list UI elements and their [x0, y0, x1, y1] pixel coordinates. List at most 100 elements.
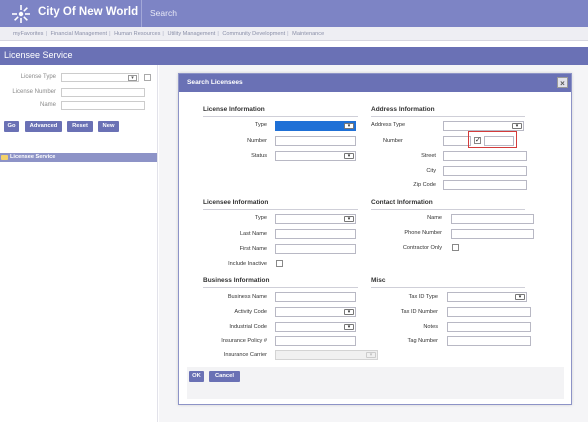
tag-number-label: Tag Number — [407, 338, 438, 344]
first-name-input[interactable] — [275, 244, 356, 254]
license-number-input[interactable] — [275, 136, 356, 146]
license-number-input[interactable] — [61, 88, 145, 97]
tax-id-type-select[interactable]: ▾ — [447, 292, 527, 302]
industrial-code-select[interactable]: ▾ — [275, 322, 356, 332]
notes-input[interactable] — [447, 322, 531, 332]
license-number-label: Number — [247, 138, 267, 144]
contact-name-label: Name — [427, 215, 442, 221]
address-type-select[interactable]: ▾ — [443, 121, 524, 131]
include-inactive-checkbox[interactable] — [276, 260, 283, 267]
nav-item-human-resources[interactable]: Human Resources — [114, 31, 160, 37]
address-number-input[interactable] — [443, 136, 471, 146]
name-input[interactable] — [61, 101, 145, 110]
phone-number-label: Phone Number — [404, 230, 442, 236]
ok-button[interactable]: OK — [189, 371, 204, 382]
go-button[interactable]: Go — [4, 121, 19, 132]
business-name-input[interactable] — [275, 292, 356, 302]
insurance-carrier-label: Insurance Carrier — [223, 352, 267, 358]
name-row: Name — [0, 101, 158, 111]
street-label: Street — [421, 153, 436, 159]
notes-label: Notes — [423, 324, 438, 330]
section-divider — [203, 116, 358, 117]
nav-item-community[interactable]: Community Development — [222, 31, 285, 37]
chevron-down-icon: ▾ — [344, 216, 354, 222]
business-name-label: Business Name — [227, 294, 267, 300]
chevron-down-icon: ▾ — [344, 153, 354, 159]
folder-icon — [1, 155, 8, 160]
license-type-select[interactable]: ▾ — [61, 73, 139, 82]
address-info-heading: Address Information — [371, 106, 435, 113]
tree-item-licensee-service[interactable]: Licensee Service — [0, 153, 157, 162]
highlight-box — [468, 131, 517, 148]
chevron-down-icon: ▾ — [515, 294, 525, 300]
chevron-down-icon: ▾ — [512, 123, 522, 129]
license-type-row: License Type ▾ — [0, 73, 158, 83]
license-type-checkbox[interactable] — [144, 74, 151, 81]
dialog-footer — [187, 367, 564, 399]
new-button[interactable]: New — [98, 121, 119, 132]
reset-button[interactable]: Reset — [67, 121, 93, 132]
licensee-info-heading: Licensee Information — [203, 199, 269, 206]
activity-code-label: Activity Code — [234, 309, 267, 315]
license-status-select[interactable]: ▾ — [275, 151, 356, 161]
zip-code-label: Zip Code — [413, 182, 436, 188]
section-divider — [371, 287, 525, 288]
name-label: Name — [39, 102, 56, 108]
address-type-label: Address Type — [371, 122, 406, 128]
tag-number-input[interactable] — [447, 336, 531, 346]
last-name-input[interactable] — [275, 229, 356, 239]
tax-id-number-label: Tax ID Number — [400, 309, 438, 315]
section-divider — [203, 209, 358, 210]
licensee-type-select[interactable]: ▾ — [275, 214, 356, 224]
first-name-label: First Name — [239, 246, 267, 252]
tax-id-type-label: Tax ID Type — [408, 294, 438, 300]
contact-name-input[interactable] — [451, 214, 534, 224]
address-number-label: Number — [383, 138, 403, 144]
city-label: City — [426, 168, 436, 174]
include-inactive-label: Include Inactive — [228, 261, 267, 267]
nav-item-financial[interactable]: Financial Management — [50, 31, 107, 37]
city-logo-icon — [12, 5, 30, 23]
insurance-policy-label: Insurance Policy # — [221, 338, 267, 344]
app-header: City Of New World Search — [0, 0, 588, 27]
insurance-policy-input[interactable] — [275, 336, 356, 346]
left-panel: License Type ▾ License Number Name — [0, 65, 158, 422]
chevron-down-icon: ▾ — [128, 75, 137, 81]
licensee-type-label: Type — [254, 215, 267, 221]
app-title: City Of New World — [38, 6, 139, 18]
phone-number-input[interactable] — [451, 229, 534, 239]
zip-code-input[interactable] — [443, 180, 527, 190]
license-number-label: License Number — [12, 89, 56, 95]
header-divider — [141, 0, 142, 27]
activity-code-select[interactable]: ▾ — [275, 307, 356, 317]
global-search[interactable]: Search — [150, 8, 177, 18]
license-info-heading: License Information — [203, 106, 265, 113]
contractor-only-checkbox[interactable] — [452, 244, 459, 251]
advanced-button[interactable]: Advanced — [25, 121, 62, 132]
main-nav: myFavorites | Financial Management | Human… — [0, 27, 588, 41]
section-divider — [371, 116, 525, 117]
business-info-heading: Business Information — [203, 277, 270, 284]
page-title-bar: Licensee Service — [0, 47, 588, 65]
chevron-down-icon: ▾ — [344, 324, 354, 330]
street-input[interactable] — [443, 151, 527, 161]
nav-item-favorites[interactable]: myFavorites — [13, 31, 43, 37]
close-icon[interactable]: × — [557, 77, 568, 88]
nav-item-utility[interactable]: Utility Management — [167, 31, 215, 37]
license-type-select[interactable]: ▾ — [275, 121, 356, 131]
nav-item-maintenance[interactable]: Maintenance — [292, 31, 324, 37]
dialog-title: Search Licensees — [187, 79, 243, 86]
insurance-carrier-select[interactable]: ▾ — [275, 350, 378, 360]
license-status-label: Status — [251, 153, 267, 159]
misc-heading: Misc — [371, 277, 386, 284]
city-input[interactable] — [443, 166, 527, 176]
search-licensees-dialog: Search Licensees × License Information T… — [178, 73, 572, 405]
chevron-down-icon: ▾ — [344, 309, 354, 315]
tax-id-number-input[interactable] — [447, 307, 531, 317]
chevron-down-icon: ▾ — [366, 352, 376, 358]
cancel-button[interactable]: Cancel — [209, 371, 240, 382]
license-type-label: License Type — [20, 74, 56, 80]
page-title: Licensee Service — [4, 50, 73, 60]
section-divider — [371, 209, 525, 210]
contact-info-heading: Contact Information — [371, 199, 433, 206]
